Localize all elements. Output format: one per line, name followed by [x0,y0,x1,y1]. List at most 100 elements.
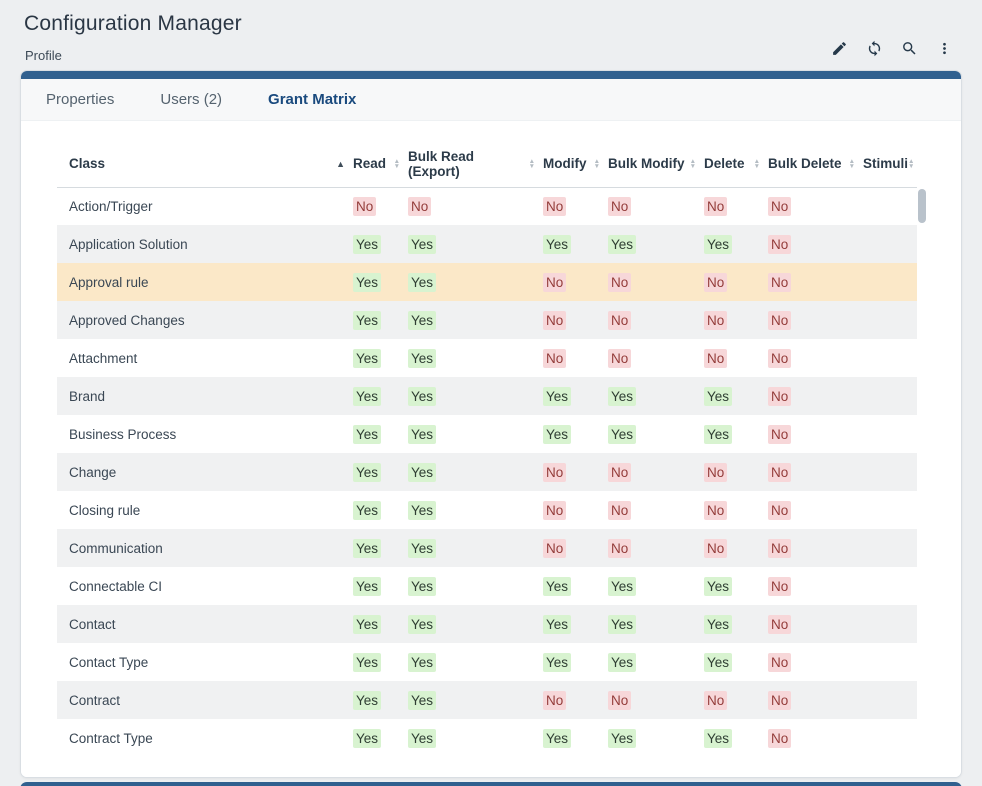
grant-cell: No [704,491,768,529]
grant-cell: Yes [353,301,408,339]
table-row-communication[interactable]: CommunicationYesYesNoNoNoNo [57,529,917,567]
yes-badge: Yes [353,615,381,634]
table-row-approved-changes[interactable]: Approved ChangesYesYesNoNoNoNo [57,301,917,339]
class-name-cell: Approval rule [57,263,353,301]
column-header-read[interactable]: Read▲▼ [353,141,408,187]
yes-badge: Yes [353,691,381,710]
yes-badge: Yes [608,729,636,748]
no-badge: No [704,311,727,330]
grant-cell: Yes [353,567,408,605]
column-header-bulk-delete[interactable]: Bulk Delete ▲▼ [768,141,863,187]
table-row-attachment[interactable]: AttachmentYesYesNoNoNoNo [57,339,917,377]
grant-cell: No [768,187,863,225]
no-badge: No [768,197,791,216]
column-header-delete[interactable]: Delete▲▼ [704,141,768,187]
grant-cell: Yes [353,339,408,377]
search-icon [901,40,918,60]
grant-cell: Yes [608,225,704,263]
column-header-bulk-modify[interactable]: Bulk Modify▲▼ [608,141,704,187]
grant-cell: No [704,529,768,567]
grant-cell: Yes [408,377,543,415]
no-badge: No [543,691,566,710]
grant-cell: No [543,301,608,339]
grant-matrix-panel: Class▲Read▲▼Bulk Read (Export)▲▼Modify▲▼… [21,121,961,777]
column-header-bulk-read-export[interactable]: Bulk Read (Export)▲▼ [408,141,543,187]
refresh-button[interactable] [864,40,884,60]
yes-badge: Yes [608,387,636,406]
grant-cell: Yes [704,225,768,263]
yes-badge: Yes [408,235,436,254]
tab-users-2[interactable]: Users (2) [137,79,245,120]
yes-badge: Yes [543,729,571,748]
table-row-contract[interactable]: ContractYesYesNoNoNoNo [57,681,917,719]
grant-cell: Yes [353,415,408,453]
grant-cell: Yes [704,567,768,605]
no-badge: No [704,273,727,292]
sort-icon: ▲▼ [594,159,600,169]
grant-table-header-row: Class▲Read▲▼Bulk Read (Export)▲▼Modify▲▼… [57,141,917,187]
page-title: Configuration Manager [24,12,242,36]
grant-cell: Yes [608,415,704,453]
no-badge: No [768,425,791,444]
no-badge: No [768,653,791,672]
class-name-cell: Contract Type [57,719,353,757]
no-badge: No [704,691,727,710]
no-badge: No [543,539,566,558]
sort-icon: ▲▼ [849,159,855,169]
table-row-change[interactable]: ChangeYesYesNoNoNoNo [57,453,917,491]
table-row-closing-rule[interactable]: Closing ruleYesYesNoNoNoNo [57,491,917,529]
grant-cell: Yes [608,719,704,757]
grant-cell: No [608,339,704,377]
yes-badge: Yes [543,615,571,634]
table-row-connectable-ci[interactable]: Connectable CIYesYesYesYesYesNo [57,567,917,605]
grant-cell: Yes [408,339,543,377]
yes-badge: Yes [408,273,436,292]
yes-badge: Yes [543,235,571,254]
no-badge: No [608,691,631,710]
no-badge: No [704,463,727,482]
table-row-brand[interactable]: BrandYesYesYesYesYesNo [57,377,917,415]
stimuli-cell [863,187,917,225]
edit-icon [831,40,848,60]
grant-cell: Yes [353,453,408,491]
yes-badge: Yes [608,577,636,596]
more-options-button[interactable] [934,40,954,60]
yes-badge: Yes [408,577,436,596]
no-badge: No [768,387,791,406]
grant-cell: Yes [408,529,543,567]
stimuli-cell [863,263,917,301]
column-label: Bulk Delete [768,156,842,171]
edit-button[interactable] [829,40,849,60]
class-name-cell: Application Solution [57,225,353,263]
grant-cell: No [704,339,768,377]
column-header-class[interactable]: Class▲ [57,141,353,187]
grant-cell: No [608,263,704,301]
yes-badge: Yes [408,729,436,748]
no-badge: No [768,729,791,748]
table-row-contact-type[interactable]: Contact TypeYesYesYesYesYesNo [57,643,917,681]
column-header-modify[interactable]: Modify▲▼ [543,141,608,187]
grant-cell: No [408,187,543,225]
vertical-scrollbar-thumb[interactable] [918,189,926,223]
grant-cell: Yes [408,263,543,301]
table-row-business-process[interactable]: Business ProcessYesYesYesYesYesNo [57,415,917,453]
table-row-contact[interactable]: ContactYesYesYesYesYesNo [57,605,917,643]
grant-cell: No [768,491,863,529]
table-row-action-trigger[interactable]: Action/TriggerNoNoNoNoNoNo [57,187,917,225]
tab-properties[interactable]: Properties [23,79,137,120]
stimuli-cell [863,567,917,605]
grant-cell: No [704,301,768,339]
grant-cell: No [768,263,863,301]
column-label: Bulk Modify [608,156,685,171]
stimuli-cell [863,339,917,377]
tab-grant-matrix[interactable]: Grant Matrix [245,79,379,120]
column-header-stimuli[interactable]: Stimuli▲▼ [863,141,917,187]
class-name-cell: Change [57,453,353,491]
table-row-application-solution[interactable]: Application SolutionYesYesYesYesYesNo [57,225,917,263]
class-name-cell: Business Process [57,415,353,453]
yes-badge: Yes [353,349,381,368]
table-row-approval-rule[interactable]: Approval ruleYesYesNoNoNoNo [57,263,917,301]
search-button[interactable] [899,40,919,60]
grant-cell: No [608,301,704,339]
table-row-contract-type[interactable]: Contract TypeYesYesYesYesYesNo [57,719,917,757]
